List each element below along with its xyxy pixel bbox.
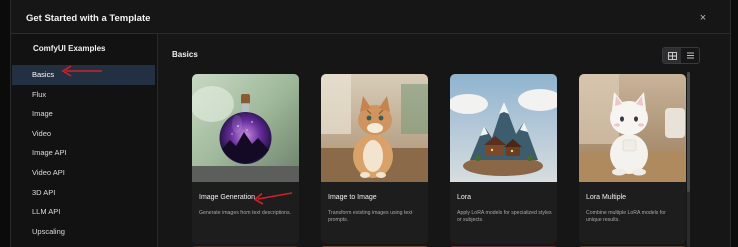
white-cat-figurine-thumbnail	[579, 74, 686, 182]
view-toggle	[662, 47, 700, 64]
sidebar-item-basics[interactable]: Basics	[12, 65, 155, 85]
template-card-image-generation[interactable]: Image Generation Generate images from te…	[192, 74, 299, 244]
bottle-galaxy-thumbnail	[192, 74, 299, 182]
template-dialog: Get Started with a Template × ComfyUI Ex…	[10, 0, 731, 247]
main-content: Basics Image Generation Generate images …	[158, 34, 730, 247]
sidebar-item-video[interactable]: Video	[11, 124, 157, 144]
sidebar-item-video-api[interactable]: Video API	[11, 163, 157, 183]
list-view-button[interactable]	[681, 48, 699, 63]
close-icon[interactable]: ×	[698, 13, 708, 24]
sidebar-item-image-api[interactable]: Image API	[11, 143, 157, 163]
template-card-image-to-image[interactable]: Image to Image Transform existing images…	[321, 74, 428, 244]
card-description: Apply LoRA models for specialized styles…	[457, 210, 552, 223]
card-title: Image Generation	[199, 194, 256, 201]
scrollbar-thumb[interactable]	[687, 72, 690, 192]
cat-thumbnail	[321, 74, 428, 182]
card-title: Lora	[457, 194, 472, 201]
template-grid: Image Generation Generate images from te…	[192, 74, 700, 244]
sidebar-list: Basics Flux Image Video Image API Video …	[11, 65, 157, 241]
scrollbar[interactable]	[687, 72, 690, 247]
list-icon	[686, 52, 694, 59]
section-title: Basics	[172, 50, 198, 59]
sidebar-item-upscaling[interactable]: Upscaling	[11, 222, 157, 242]
sidebar-item-image[interactable]: Image	[11, 104, 157, 124]
card-description: Generate images from text descriptions.	[199, 210, 291, 216]
grid-icon	[667, 51, 677, 60]
card-title: Image to Image	[328, 194, 377, 201]
mountain-village-thumbnail	[450, 74, 557, 182]
template-card-lora-multiple[interactable]: Lora Multiple Combine multiple LoRA mode…	[579, 74, 686, 244]
sidebar-item-3d-api[interactable]: 3D API	[11, 183, 157, 203]
card-description: Combine multiple LoRA models for unique …	[586, 210, 666, 223]
card-description: Transform existing images using text pro…	[328, 210, 413, 223]
sidebar: ComfyUI Examples Basics Flux Image Video…	[11, 34, 158, 247]
grid-view-button[interactable]	[663, 48, 681, 63]
sidebar-item-llm-api[interactable]: LLM API	[11, 202, 157, 222]
dialog-header: Get Started with a Template ×	[11, 0, 730, 34]
card-title: Lora Multiple	[586, 194, 627, 201]
sidebar-title: ComfyUI Examples	[33, 44, 106, 53]
sidebar-item-flux[interactable]: Flux	[11, 85, 157, 105]
dialog-title: Get Started with a Template	[26, 13, 151, 24]
template-card-lora[interactable]: Lora Apply LoRA models for specialized s…	[450, 74, 557, 244]
